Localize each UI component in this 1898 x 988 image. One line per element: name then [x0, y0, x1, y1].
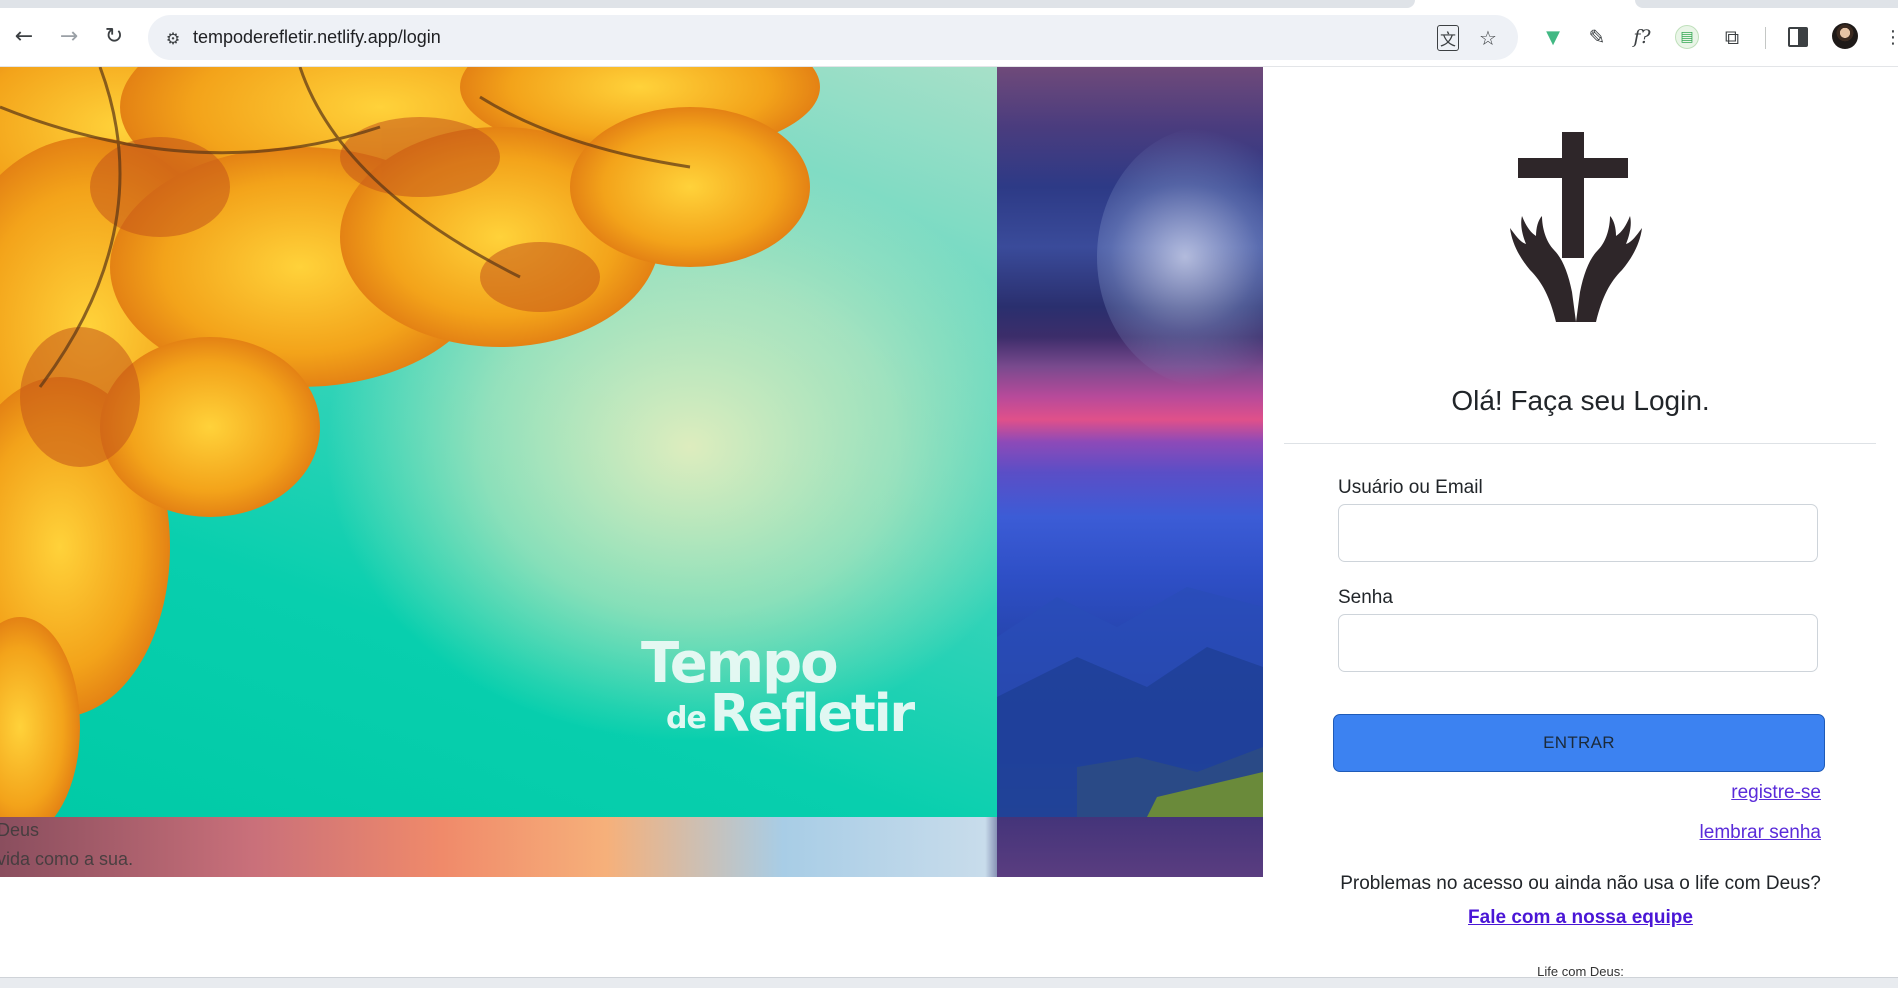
color-picker-icon[interactable]: ✎ [1581, 21, 1613, 53]
strip-text-line1: Deus [0, 820, 40, 840]
mountain-silhouette [997, 587, 1263, 817]
star-icon: ☆ [1479, 26, 1497, 50]
password-label: Senha [1338, 587, 1393, 608]
login-title: Olá! Faça seu Login. [1451, 385, 1710, 416]
tune-icon: ⚙ [165, 28, 181, 48]
tab-inactive-edge [1635, 0, 1898, 8]
divider [1284, 443, 1876, 444]
side-panel-icon[interactable] [1782, 21, 1814, 53]
help-text: Problemas no acesso ou ainda não usa o l… [1340, 873, 1821, 894]
tempo-de-refletir-logo: Tempo de Refletir [641, 636, 915, 744]
extensions-puzzle-icon[interactable]: ⧉ [1716, 21, 1748, 53]
hero-banner: Tempo de Refletir Deus vida como a sua. [0, 67, 1263, 877]
password-input[interactable] [1338, 614, 1818, 672]
back-button[interactable]: ← [9, 22, 39, 52]
login-panel: Olá! Faça seu Login. Usuário ou Email Se… [1263, 67, 1898, 979]
address-bar[interactable]: ⚙ tempoderefletir.netlify.app/login 文 ☆ [148, 15, 1518, 60]
register-link[interactable]: registre-se [1731, 782, 1821, 804]
window-bottom-edge [0, 977, 1898, 988]
forgot-password-link[interactable]: lembrar senha [1700, 822, 1821, 844]
site-info-button[interactable]: ⚙ [158, 23, 188, 53]
contact-link-wrapper: Fale com a nossa equipe [1263, 907, 1898, 929]
vue-devtools-icon[interactable]: ▼ [1537, 21, 1569, 53]
logo-line2: Refletir [709, 684, 915, 744]
profile-avatar[interactable] [1832, 23, 1858, 49]
tab-strip [0, 0, 1898, 8]
menu-kebab-icon[interactable]: ⋮ [1877, 21, 1898, 53]
forward-button[interactable]: → [54, 22, 84, 52]
reload-button[interactable]: ↻ [99, 22, 129, 52]
translate-icon: 文 [1436, 25, 1459, 51]
toolbar-divider [1765, 27, 1766, 49]
browser-toolbar: ← → ↻ ⚙ tempoderefletir.netlify.app/logi… [0, 0, 1898, 67]
bookmark-button[interactable]: ☆ [1473, 23, 1503, 53]
bottom-strip-shade [997, 817, 1263, 877]
login-submit-button[interactable]: ENTRAR [1333, 714, 1825, 772]
strip-text-line2: vida como a sua. [0, 849, 134, 869]
translate-button[interactable]: 文 [1433, 23, 1463, 53]
arrow-right-icon: → [59, 24, 79, 49]
font-identifier-icon[interactable]: f? [1626, 21, 1658, 53]
logo-de: de [666, 701, 707, 736]
cross-hands-logo-icon [1510, 132, 1642, 322]
tab-active-edge [0, 0, 1415, 8]
reload-icon: ↻ [104, 24, 124, 49]
username-input[interactable] [1338, 504, 1818, 562]
username-label: Usuário ou Email [1338, 477, 1483, 498]
contact-team-link[interactable]: Fale com a nossa equipe [1468, 907, 1693, 928]
sheets-extension-icon[interactable]: ▤ [1671, 21, 1703, 53]
url-text[interactable]: tempoderefletir.netlify.app/login [193, 27, 441, 48]
arrow-left-icon: ← [14, 24, 34, 49]
